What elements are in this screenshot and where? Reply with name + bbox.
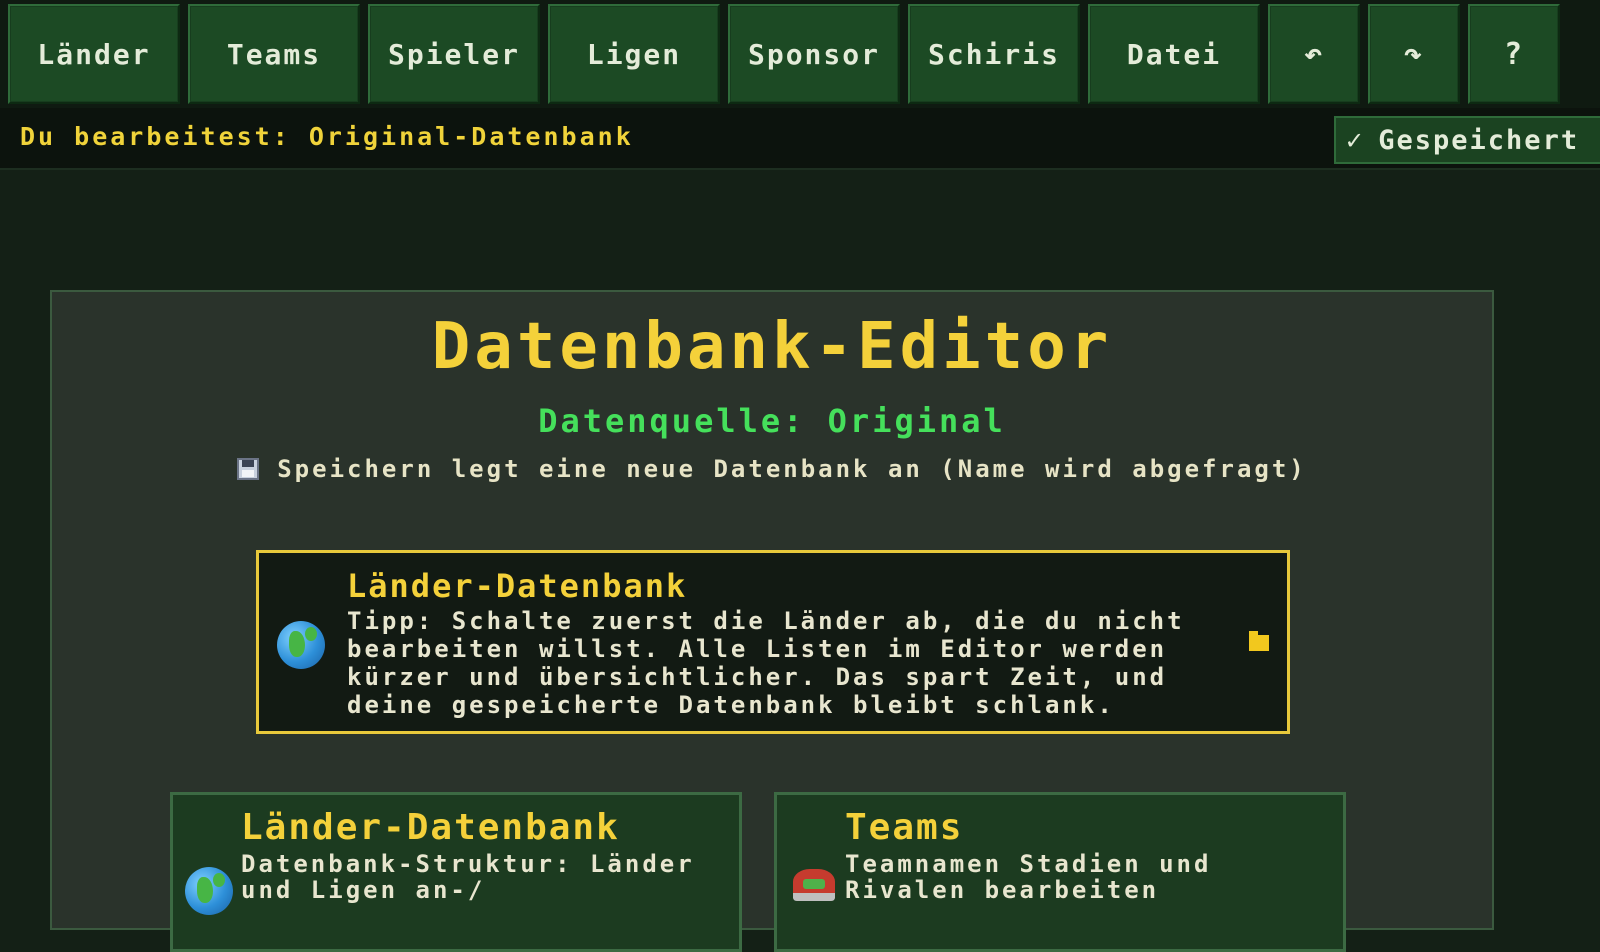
help-icon: ? bbox=[1503, 36, 1525, 72]
card-description: Teamnamen Stadien und Rivalen bearbeiten bbox=[845, 850, 1212, 904]
globe-icon bbox=[185, 867, 233, 915]
nav-datei-button[interactable]: Datei bbox=[1088, 4, 1260, 104]
redo-button[interactable]: ↷ bbox=[1368, 4, 1460, 104]
stadium-icon bbox=[793, 869, 835, 901]
nav-schiris-button[interactable]: Schiris bbox=[908, 4, 1080, 104]
editing-database-label: Du bearbeitest: Original-Datenbank bbox=[20, 122, 634, 151]
check-icon: ✓ bbox=[1346, 124, 1365, 156]
nav-spieler-button[interactable]: Spieler bbox=[368, 4, 540, 104]
page-title: Datenbank-Editor bbox=[431, 310, 1113, 384]
save-hint-text: Speichern legt eine neue Datenbank an (N… bbox=[277, 455, 1307, 483]
nav-laender-button[interactable]: Länder bbox=[8, 4, 180, 104]
globe-icon bbox=[277, 621, 325, 669]
laender-tip-box[interactable]: Länder-Datenbank Tipp: Schalte zuerst di… bbox=[256, 550, 1290, 734]
nav-teams-button[interactable]: Teams bbox=[188, 4, 360, 104]
card-teams[interactable]: Teams Teamnamen Stadien und Rivalen bear… bbox=[774, 792, 1346, 952]
tip-title: Länder-Datenbank bbox=[347, 567, 688, 605]
undo-icon: ↶ bbox=[1303, 36, 1325, 72]
status-bar: Du bearbeitest: Original-Datenbank ✓ Ges… bbox=[0, 108, 1600, 170]
folder-icon bbox=[1249, 631, 1269, 651]
card-title: Teams bbox=[845, 807, 964, 848]
saved-status-label: Gespeichert bbox=[1378, 124, 1580, 156]
undo-button[interactable]: ↶ bbox=[1268, 4, 1360, 104]
data-source-label: Datenquelle: Original bbox=[538, 402, 1006, 440]
card-laender-datenbank[interactable]: Länder-Datenbank Datenbank-Struktur: Län… bbox=[170, 792, 742, 952]
card-description: Datenbank-Struktur: Länder und Ligen an-… bbox=[241, 850, 695, 904]
redo-icon: ↷ bbox=[1403, 36, 1425, 72]
nav-sponsor-button[interactable]: Sponsor bbox=[728, 4, 900, 104]
card-title: Länder-Datenbank bbox=[241, 807, 620, 848]
tip-text: Tipp: Schalte zuerst die Länder ab, die … bbox=[347, 607, 1185, 719]
help-button[interactable]: ? bbox=[1468, 4, 1560, 104]
nav-ligen-button[interactable]: Ligen bbox=[548, 4, 720, 104]
saved-status-badge: ✓ Gespeichert bbox=[1334, 116, 1600, 164]
editor-main-panel: Datenbank-Editor Datenquelle: Original S… bbox=[50, 290, 1494, 952]
save-hint: Speichern legt eine neue Datenbank an (N… bbox=[52, 455, 1492, 483]
top-navigation: Länder Teams Spieler Ligen Sponsor Schir… bbox=[0, 0, 1600, 108]
floppy-disk-icon bbox=[237, 458, 260, 480]
